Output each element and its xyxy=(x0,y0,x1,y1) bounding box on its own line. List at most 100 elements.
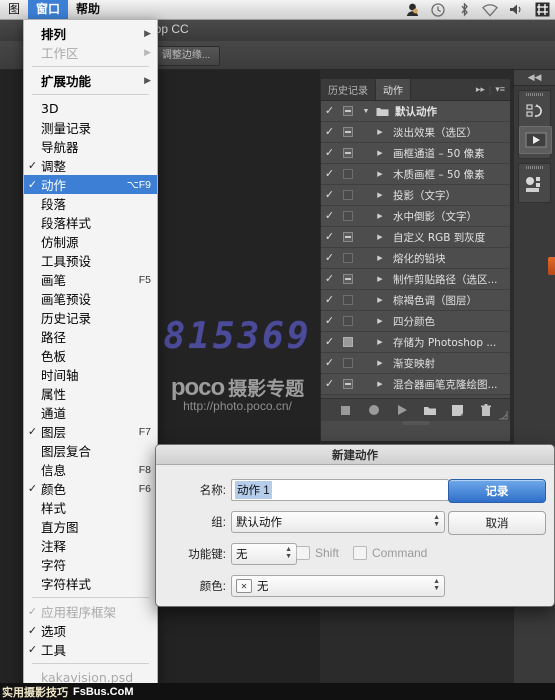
collapse-arrows-icon[interactable]: ▸▸ xyxy=(476,84,485,95)
action-row[interactable]: ✓▶淡出效果（选区） xyxy=(321,122,510,143)
window-menu-item-26[interactable]: 样式 xyxy=(24,498,157,517)
window-menu-item-6[interactable]: 测量记录 xyxy=(24,118,157,137)
cancel-button[interactable]: 取消 xyxy=(448,511,546,535)
action-row[interactable]: ✓▶棕褐色调（图层） xyxy=(321,290,510,311)
delete-icon[interactable] xyxy=(479,404,492,417)
window-menu-item-12[interactable]: 仿制源 xyxy=(24,232,157,251)
action-row[interactable]: ✓▶木质画框 – 50 像素 xyxy=(321,164,510,185)
action-row[interactable]: ✓▼默认动作 xyxy=(321,101,510,122)
expand-arrow-icon[interactable]: ▶ xyxy=(372,149,388,157)
action-row[interactable]: ✓▶投影（文字） xyxy=(321,185,510,206)
expand-arrow-icon[interactable]: ▶ xyxy=(372,317,388,325)
window-menu-item-11[interactable]: 段落样式 xyxy=(24,213,157,232)
window-menu-item-33[interactable]: ✓选项 xyxy=(24,621,157,640)
expand-arrow-icon[interactable]: ▶ xyxy=(372,275,388,283)
action-enable-checkbox[interactable]: ✓ xyxy=(321,253,338,264)
menubar-item-help[interactable]: 帮助 xyxy=(68,0,108,19)
expand-arrow-icon[interactable]: ▶ xyxy=(372,170,388,178)
window-menu-item-15[interactable]: 画笔预设 xyxy=(24,289,157,308)
action-dialog-toggle[interactable] xyxy=(338,358,358,368)
window-menu-dropdown[interactable]: 排列▶工作区▶扩展功能▶3D测量记录导航器✓调整✓动作⌥F9段落段落样式仿制源工… xyxy=(23,19,158,692)
action-row[interactable]: ✓▶熔化的铅块 xyxy=(321,248,510,269)
action-enable-checkbox[interactable]: ✓ xyxy=(321,232,338,243)
play-icon[interactable] xyxy=(395,404,408,417)
action-enable-checkbox[interactable]: ✓ xyxy=(321,148,338,159)
dock-grip-2[interactable] xyxy=(519,164,550,171)
action-dialog-toggle[interactable] xyxy=(338,232,358,242)
window-menu-item-30[interactable]: 字符样式 xyxy=(24,574,157,593)
action-enable-checkbox[interactable]: ✓ xyxy=(321,274,338,285)
expand-arrow-icon[interactable]: ▶ xyxy=(372,380,388,388)
action-row[interactable]: ✓▶制作剪贴路径（选区... xyxy=(321,269,510,290)
action-dialog-toggle[interactable] xyxy=(338,169,358,179)
new-set-icon[interactable] xyxy=(423,404,436,417)
expand-arrow-icon[interactable]: ▶ xyxy=(372,212,388,220)
action-dialog-toggle[interactable] xyxy=(338,295,358,305)
action-dialog-toggle[interactable] xyxy=(338,316,358,326)
window-menu-item-7[interactable]: 导航器 xyxy=(24,137,157,156)
action-dialog-toggle[interactable] xyxy=(338,127,358,137)
action-enable-checkbox[interactable]: ✓ xyxy=(321,190,338,201)
new-action-icon[interactable] xyxy=(451,404,464,417)
history-panel-icon[interactable] xyxy=(519,99,550,125)
window-menu-item-5[interactable]: 3D xyxy=(24,99,157,118)
expand-arrow-icon[interactable]: ▶ xyxy=(372,128,388,136)
expand-arrow-icon[interactable]: ▶ xyxy=(372,233,388,241)
panel-resize-handle[interactable] xyxy=(498,410,508,420)
user-avatar-icon[interactable] xyxy=(404,2,420,17)
action-row[interactable]: ✓▶四分颜色 xyxy=(321,311,510,332)
tab-actions[interactable]: 动作 xyxy=(376,79,411,100)
color-select[interactable]: ✕ 无 ▲▼ xyxy=(231,575,445,597)
record-button[interactable]: 记录 xyxy=(448,479,546,503)
action-dialog-toggle[interactable] xyxy=(338,106,358,116)
window-menu-item-3[interactable]: 扩展功能▶ xyxy=(24,71,157,90)
stop-icon[interactable] xyxy=(339,404,352,417)
refine-edge-button[interactable]: 调整边缘... xyxy=(152,46,220,66)
action-enable-checkbox[interactable]: ✓ xyxy=(321,379,338,390)
window-menu-item-27[interactable]: 直方图 xyxy=(24,517,157,536)
window-menu-item-18[interactable]: 色板 xyxy=(24,346,157,365)
tab-history[interactable]: 历史记录 xyxy=(321,79,376,100)
window-menu-item-10[interactable]: 段落 xyxy=(24,194,157,213)
window-menu-item-13[interactable]: 工具预设 xyxy=(24,251,157,270)
dock-collapse-button[interactable]: ◀◀ xyxy=(514,69,555,86)
command-checkbox[interactable] xyxy=(353,546,367,560)
window-menu-item-9[interactable]: ✓动作⌥F9 xyxy=(24,175,157,194)
window-menu-item-16[interactable]: 历史记录 xyxy=(24,308,157,327)
adjustments-panel-icon[interactable] xyxy=(519,172,550,198)
volume-icon[interactable] xyxy=(508,2,524,17)
expand-arrow-icon[interactable]: ▶ xyxy=(372,254,388,262)
window-menu-item-23[interactable]: 图层复合 xyxy=(24,441,157,460)
window-menu-item-28[interactable]: 注释 xyxy=(24,536,157,555)
action-enable-checkbox[interactable]: ✓ xyxy=(321,169,338,180)
expand-arrow-icon[interactable]: ▶ xyxy=(372,296,388,304)
window-menu-item-22[interactable]: ✓图层F7 xyxy=(24,422,157,441)
function-key-select[interactable]: 无 ▲▼ xyxy=(231,543,297,565)
input-method-icon[interactable] xyxy=(534,2,550,17)
time-machine-icon[interactable] xyxy=(430,2,446,17)
action-dialog-toggle[interactable] xyxy=(338,190,358,200)
action-enable-checkbox[interactable]: ✓ xyxy=(321,127,338,138)
window-menu-item-8[interactable]: ✓调整 xyxy=(24,156,157,175)
menubar-item-0[interactable]: 图 xyxy=(0,0,28,19)
action-set-select[interactable]: 默认动作 ▲▼ xyxy=(231,511,445,533)
action-enable-checkbox[interactable]: ✓ xyxy=(321,358,338,369)
expand-arrow-icon[interactable]: ▶ xyxy=(372,191,388,199)
action-enable-checkbox[interactable]: ✓ xyxy=(321,106,338,117)
shift-checkbox[interactable] xyxy=(296,546,310,560)
expand-arrow-icon[interactable]: ▶ xyxy=(372,338,388,346)
window-menu-item-29[interactable]: 字符 xyxy=(24,555,157,574)
panel-menu-icon[interactable]: ▾≡ xyxy=(495,84,505,95)
window-menu-item-25[interactable]: ✓颜色F6 xyxy=(24,479,157,498)
window-menu-item-24[interactable]: 信息F8 xyxy=(24,460,157,479)
action-enable-checkbox[interactable]: ✓ xyxy=(321,211,338,222)
window-menu-item-34[interactable]: ✓工具 xyxy=(24,640,157,659)
window-menu-item-21[interactable]: 通道 xyxy=(24,403,157,422)
action-enable-checkbox[interactable]: ✓ xyxy=(321,295,338,306)
action-name-input[interactable]: 动作 1 xyxy=(231,479,449,501)
horizontal-scrollbar[interactable] xyxy=(402,421,430,425)
expand-arrow-icon[interactable]: ▼ xyxy=(358,108,374,115)
action-row[interactable]: ✓▶画框通道 – 50 像素 xyxy=(321,143,510,164)
dock-grip[interactable] xyxy=(519,91,550,98)
action-dialog-toggle[interactable] xyxy=(338,379,358,389)
